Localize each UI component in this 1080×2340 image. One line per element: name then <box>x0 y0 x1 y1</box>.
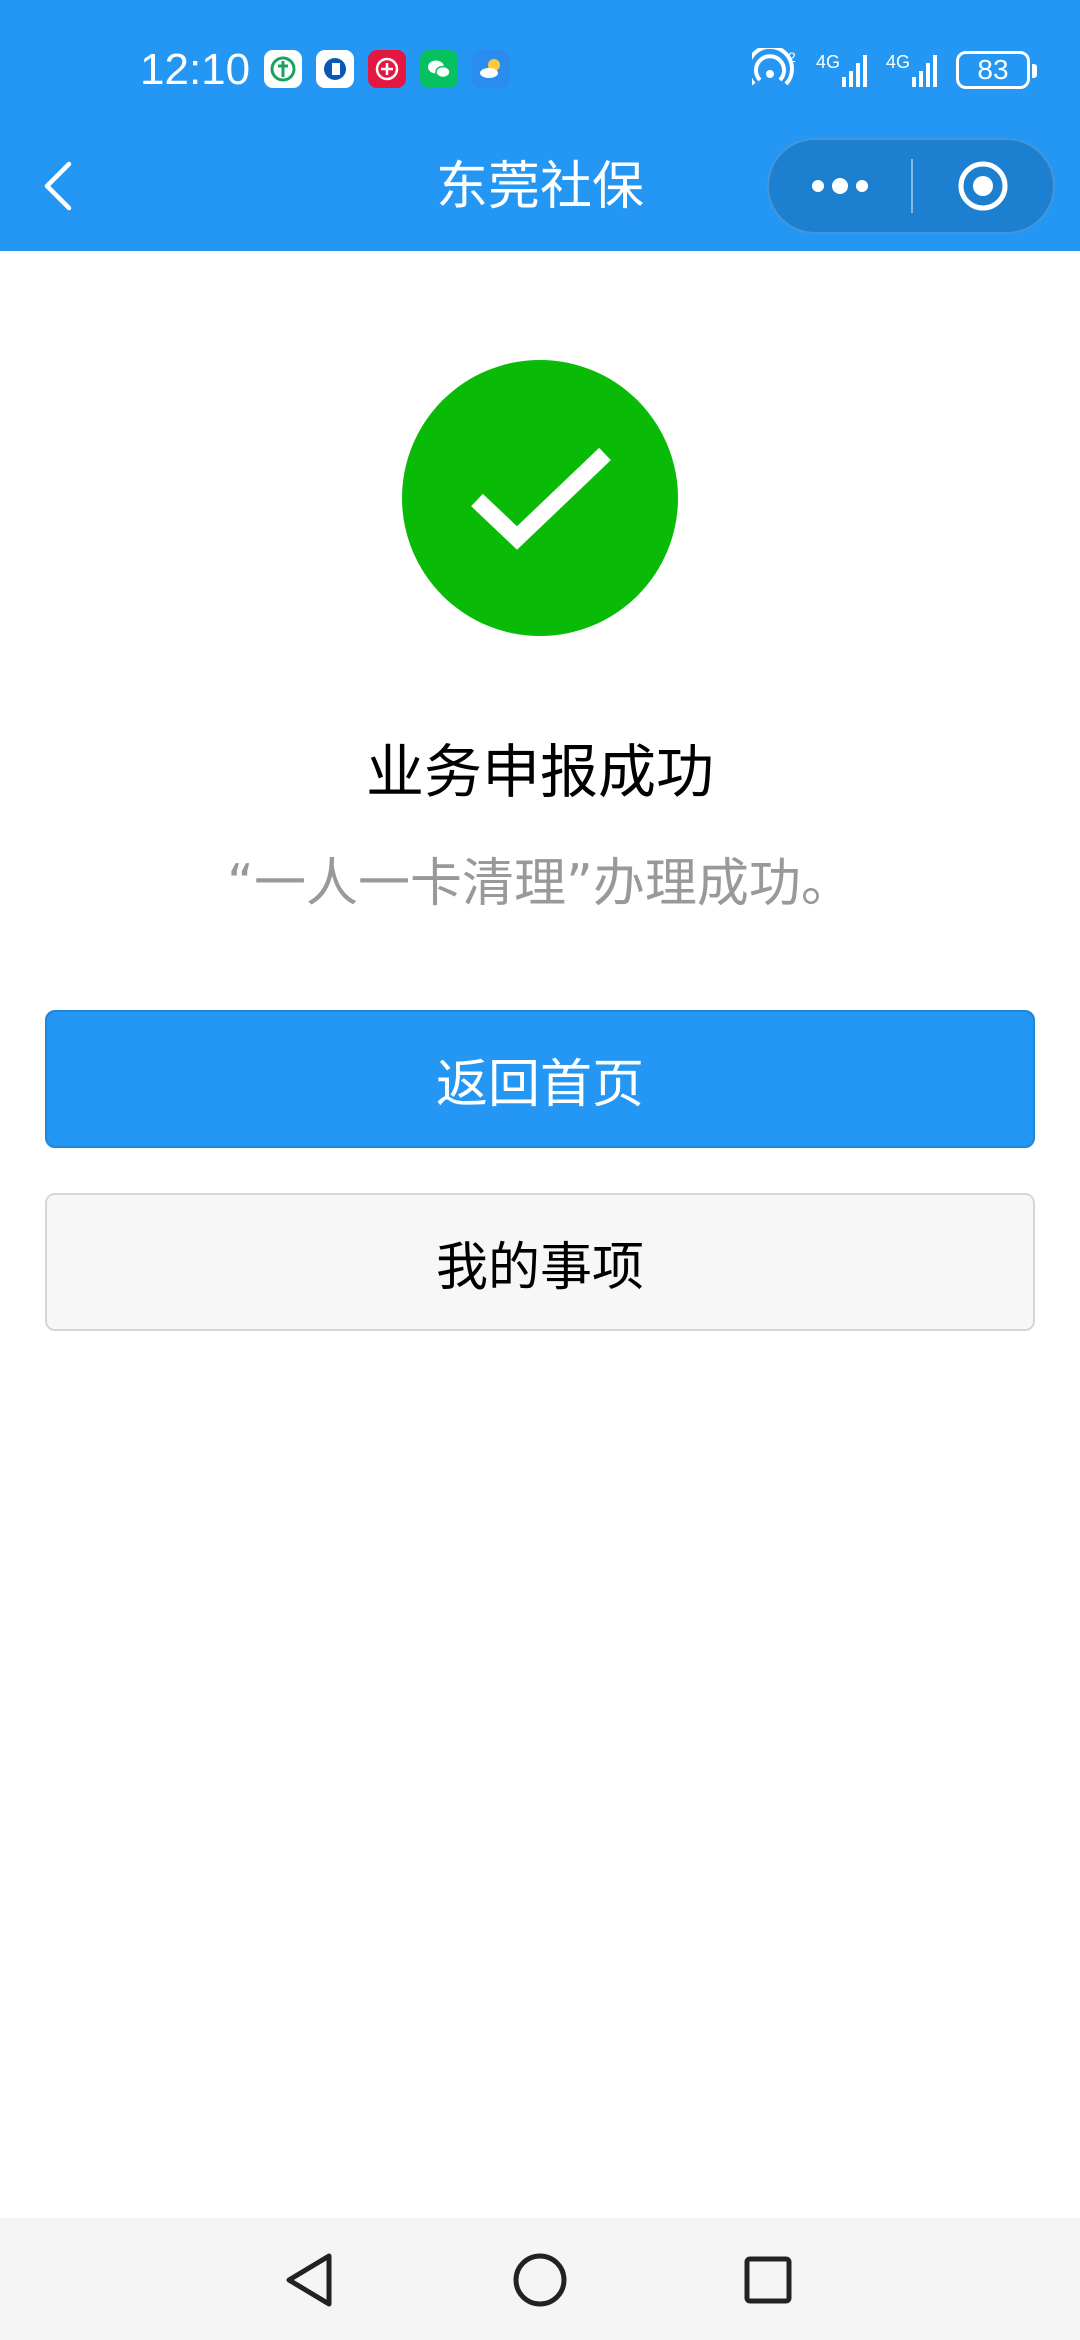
weather-icon <box>472 50 510 88</box>
battery-indicator: 83 <box>956 51 1037 89</box>
hotspot-icon: 2 <box>746 44 800 92</box>
my-items-button[interactable]: 我的事项 <box>45 1193 1035 1331</box>
checkmark-icon <box>471 447 611 550</box>
unionpay-app-icon <box>368 50 406 88</box>
notification-icons <box>264 50 510 90</box>
miniprogram-capsule <box>767 138 1055 234</box>
circle-home-icon <box>513 2253 567 2307</box>
close-miniprogram-button[interactable] <box>913 140 1053 232</box>
success-icon <box>402 360 678 636</box>
system-back-button[interactable] <box>269 2240 349 2320</box>
more-button[interactable] <box>769 140 911 232</box>
ccb-app-icon <box>316 50 354 88</box>
wechat-icon <box>420 50 458 88</box>
system-recents-button[interactable] <box>728 2240 808 2320</box>
svg-text:2: 2 <box>788 49 796 65</box>
status-time: 12:10 <box>140 45 251 94</box>
battery-level: 83 <box>977 54 1009 85</box>
target-close-icon <box>958 161 1008 211</box>
system-home-button[interactable] <box>500 2240 580 2320</box>
back-home-button[interactable]: 返回首页 <box>45 1010 1035 1148</box>
status-bar: 12:10 2 4G 4G 83 <box>0 0 1080 140</box>
result-title: 业务申报成功 <box>365 738 714 806</box>
more-dots-icon <box>812 178 868 194</box>
triangle-back-icon <box>286 2253 332 2307</box>
header: 12:10 2 4G 4G 83 东莞社保 <box>0 0 1080 251</box>
system-navigation-bar <box>0 2218 1080 2340</box>
bank-app-icon <box>264 50 302 88</box>
square-recents-icon <box>744 2256 792 2304</box>
signal-icon: 4G <box>816 53 870 87</box>
result-description: “一人一卡清理”办理成功。 <box>227 854 853 914</box>
signal-icon-2: 4G <box>886 53 940 87</box>
status-right: 2 4G 4G 83 <box>746 44 1037 92</box>
